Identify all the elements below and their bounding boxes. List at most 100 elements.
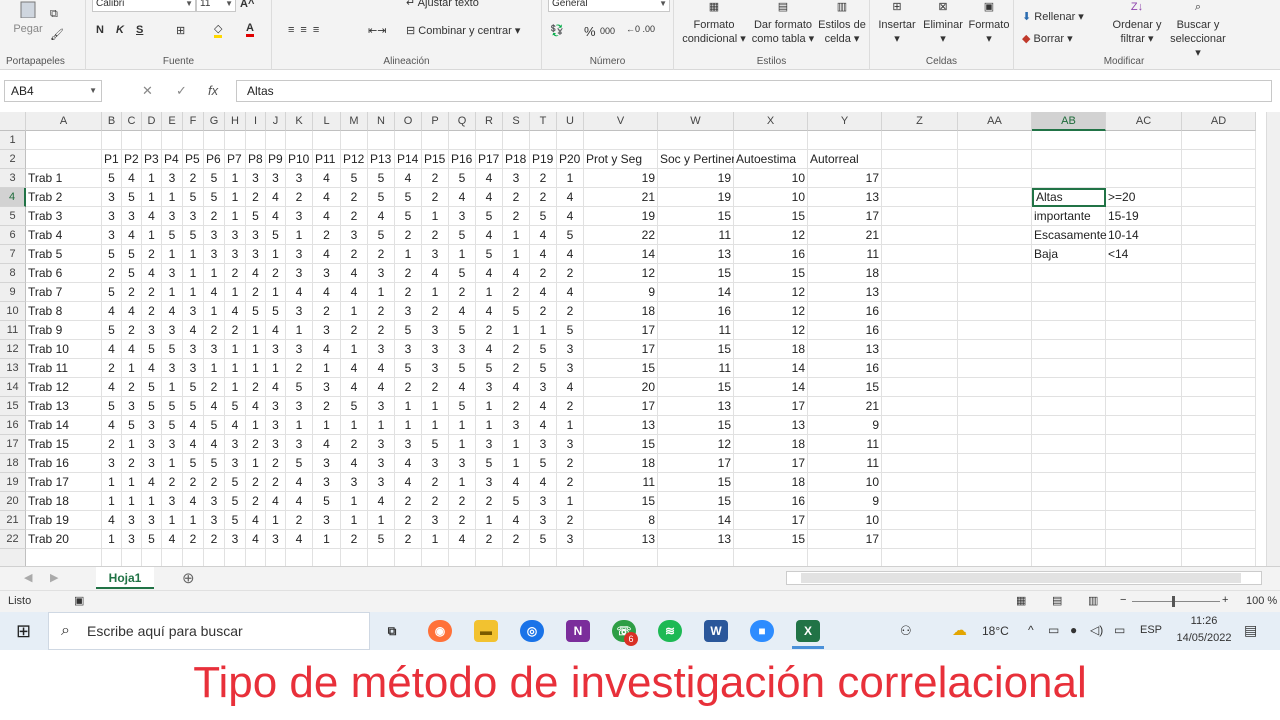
answer-cell[interactable]: 5 [449,359,476,378]
answer-cell[interactable]: 5 [395,188,422,207]
column-header-D[interactable]: D [142,112,162,131]
answer-cell[interactable]: 4 [449,378,476,397]
score-cell[interactable]: 18 [734,340,808,359]
answer-cell[interactable]: 1 [286,226,313,245]
answer-cell[interactable]: 3 [286,169,313,188]
answer-cell[interactable]: 4 [286,492,313,511]
answer-cell[interactable]: 3 [266,397,286,416]
cell[interactable] [530,131,557,150]
answer-cell[interactable]: 4 [530,416,557,435]
answer-cell[interactable]: 2 [122,454,142,473]
answer-cell[interactable]: 1 [183,245,204,264]
cell[interactable] [1032,321,1106,340]
worker-name-cell[interactable]: Trab 19 [26,511,102,530]
answer-cell[interactable]: 2 [422,188,449,207]
answer-cell[interactable]: 2 [557,264,584,283]
cell[interactable] [958,378,1032,397]
answer-cell[interactable]: 5 [122,416,142,435]
cell[interactable] [102,131,122,150]
answer-cell[interactable]: 1 [162,454,183,473]
answer-cell[interactable]: 4 [313,188,341,207]
answer-cell[interactable]: 1 [122,473,142,492]
header-cell[interactable]: P15 [422,150,449,169]
answer-cell[interactable]: 2 [503,397,530,416]
answer-cell[interactable]: 3 [449,454,476,473]
answer-cell[interactable]: 3 [286,245,313,264]
answer-cell[interactable]: 4 [341,454,368,473]
answer-cell[interactable]: 4 [557,245,584,264]
cell[interactable] [1182,283,1256,302]
answer-cell[interactable]: 3 [183,302,204,321]
legend-label-cell[interactable]: importante [1032,207,1106,226]
score-cell[interactable]: 15 [734,264,808,283]
score-cell[interactable]: 12 [584,264,658,283]
answer-cell[interactable]: 4 [557,283,584,302]
answer-cell[interactable]: 4 [313,340,341,359]
answer-cell[interactable]: 4 [503,473,530,492]
answer-cell[interactable]: 4 [368,492,395,511]
cell[interactable] [1032,131,1106,150]
answer-cell[interactable]: 5 [183,397,204,416]
answer-cell[interactable]: 2 [422,492,449,511]
cell[interactable] [734,131,808,150]
answer-cell[interactable]: 5 [557,321,584,340]
answer-cell[interactable]: 3 [266,530,286,549]
cell[interactable] [958,473,1032,492]
cell[interactable] [1032,511,1106,530]
worker-name-cell[interactable]: Trab 13 [26,397,102,416]
answer-cell[interactable]: 1 [246,454,266,473]
answer-cell[interactable]: 5 [122,188,142,207]
answer-cell[interactable]: 3 [341,226,368,245]
answer-cell[interactable]: 4 [286,473,313,492]
answer-cell[interactable]: 1 [204,359,225,378]
answer-cell[interactable]: 3 [368,397,395,416]
answer-cell[interactable]: 5 [313,492,341,511]
answer-cell[interactable]: 5 [530,530,557,549]
worker-name-cell[interactable]: Trab 16 [26,454,102,473]
score-cell[interactable]: 18 [584,454,658,473]
answer-cell[interactable]: 2 [476,321,503,340]
header-cell[interactable]: Autorreal [808,150,882,169]
column-header-E[interactable]: E [162,112,183,131]
header-cell[interactable]: P16 [449,150,476,169]
answer-cell[interactable]: 1 [422,283,449,302]
answer-cell[interactable]: 2 [313,226,341,245]
microphone-icon[interactable]: ● [1070,623,1077,637]
answer-cell[interactable]: 5 [225,473,246,492]
row-header[interactable]: 17 [0,435,26,454]
answer-cell[interactable]: 3 [266,416,286,435]
cell[interactable] [958,169,1032,188]
answer-cell[interactable]: 1 [266,245,286,264]
answer-cell[interactable]: 3 [102,207,122,226]
answer-cell[interactable]: 3 [557,435,584,454]
answer-cell[interactable]: 2 [476,530,503,549]
cell[interactable] [1106,378,1182,397]
row-header[interactable]: 18 [0,454,26,473]
answer-cell[interactable]: 5 [530,207,557,226]
score-cell[interactable]: 19 [584,169,658,188]
header-cell[interactable]: P4 [162,150,183,169]
answer-cell[interactable]: 1 [246,321,266,340]
answer-cell[interactable]: 3 [395,435,422,454]
column-header-AC[interactable]: AC [1106,112,1182,131]
score-cell[interactable]: 17 [808,207,882,226]
answer-cell[interactable]: 1 [162,378,183,397]
answer-cell[interactable]: 3 [286,302,313,321]
score-cell[interactable]: 16 [734,492,808,511]
header-cell[interactable]: P1 [102,150,122,169]
column-header-H[interactable]: H [225,112,246,131]
answer-cell[interactable]: 3 [313,511,341,530]
answer-cell[interactable]: 1 [204,264,225,283]
answer-cell[interactable]: 4 [395,473,422,492]
score-cell[interactable]: 15 [808,378,882,397]
answer-cell[interactable]: 4 [313,283,341,302]
cell[interactable] [1106,492,1182,511]
answer-cell[interactable]: 3 [313,378,341,397]
cell[interactable] [1106,169,1182,188]
answer-cell[interactable]: 4 [122,169,142,188]
column-header-N[interactable]: N [368,112,395,131]
answer-cell[interactable]: 2 [341,245,368,264]
score-cell[interactable]: 16 [808,302,882,321]
answer-cell[interactable]: 3 [266,340,286,359]
answer-cell[interactable]: 4 [313,169,341,188]
